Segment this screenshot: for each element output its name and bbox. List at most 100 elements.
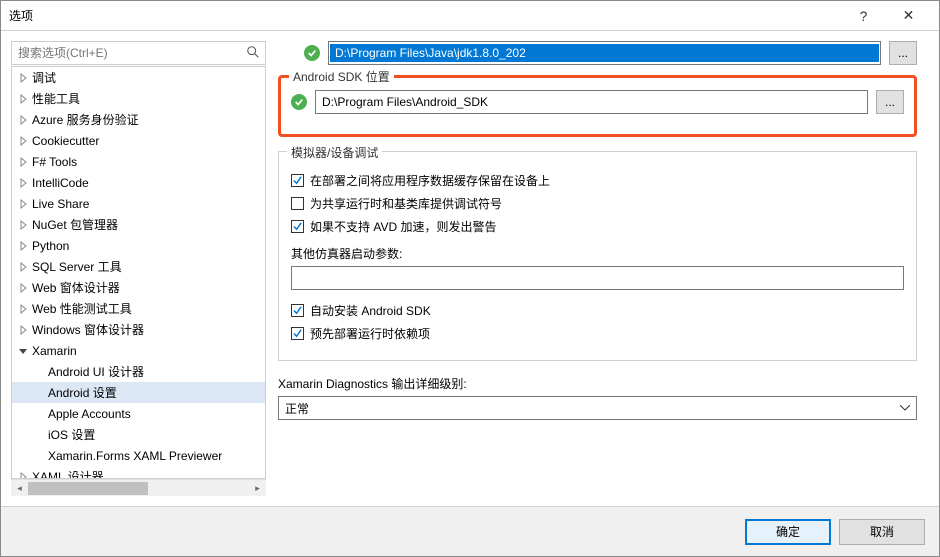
tree-item-label: 性能工具 [32, 90, 80, 107]
checkbox-label: 在部署之间将应用程序数据缓存保留在设备上 [310, 172, 550, 189]
tree-item[interactable]: Xamarin.Forms XAML Previewer [12, 445, 265, 466]
tree-item[interactable]: Xamarin [12, 340, 265, 361]
tree-item[interactable]: Azure 服务身份验证 [12, 109, 265, 130]
checkbox-row[interactable]: 在部署之间将应用程序数据缓存保留在设备上 [291, 172, 904, 189]
cancel-button[interactable]: 取消 [839, 519, 925, 545]
tree-item[interactable]: Web 性能测试工具 [12, 298, 265, 319]
ok-button[interactable]: 确定 [745, 519, 831, 545]
tree-item-label: IntelliCode [32, 176, 89, 190]
tree-item[interactable]: Live Share [12, 193, 265, 214]
debug-group: 模拟器/设备调试 在部署之间将应用程序数据缓存保留在设备上 为共享运行时和基类库… [278, 151, 917, 361]
chevron-right-icon[interactable] [16, 470, 30, 480]
tree-item-label: NuGet 包管理器 [32, 216, 118, 233]
tree-item-label: Android 设置 [48, 384, 117, 401]
tree-arrow-spacer [32, 365, 46, 379]
options-tree[interactable]: 调试性能工具 Azure 服务身份验证 Cookiecutter F# Tools In… [11, 66, 266, 479]
field-label: Xamarin Diagnostics 输出详细级别: [278, 375, 917, 392]
tree-item[interactable]: iOS 设置 [12, 424, 265, 445]
chevron-right-icon[interactable] [16, 134, 30, 148]
jdk-browse-button[interactable]: ... [889, 41, 917, 65]
help-button[interactable]: ? [841, 1, 886, 31]
tree-item[interactable]: 性能工具 [12, 88, 265, 109]
chevron-right-icon[interactable] [16, 71, 30, 85]
tree-item[interactable]: Android UI 设计器 [12, 361, 265, 382]
chevron-right-icon[interactable] [16, 197, 30, 211]
chevron-down-icon [896, 399, 914, 417]
dialog-footer: 确定 取消 [1, 506, 939, 556]
chevron-right-icon[interactable] [16, 92, 30, 106]
tree-item-label: iOS 设置 [48, 426, 95, 443]
tree-item-label: Web 窗体设计器 [32, 279, 120, 296]
emulator-params-input[interactable] [291, 266, 904, 290]
check-circle-icon [304, 45, 320, 61]
tree-arrow-spacer [32, 407, 46, 421]
checkbox-row[interactable]: 自动安装 Android SDK [291, 302, 904, 319]
android-sdk-group: Android SDK 位置 ... [278, 75, 917, 137]
tree-arrow-spacer [32, 428, 46, 442]
sdk-browse-button[interactable]: ... [876, 90, 904, 114]
search-input[interactable] [11, 41, 266, 65]
scroll-right-button[interactable]: ▸ [249, 480, 266, 497]
checkbox-icon[interactable] [291, 197, 304, 210]
close-button[interactable]: ✕ [886, 1, 931, 31]
chevron-right-icon[interactable] [16, 155, 30, 169]
tree-item[interactable]: Windows 窗体设计器 [12, 319, 265, 340]
scroll-left-button[interactable]: ◂ [11, 480, 28, 497]
chevron-right-icon[interactable] [16, 281, 30, 295]
chevron-right-icon[interactable] [16, 239, 30, 253]
button-label: 确定 [776, 523, 800, 540]
tree-item[interactable]: Android 设置 [12, 382, 265, 403]
jdk-row: ... [278, 41, 917, 65]
checkbox-row[interactable]: 如果不支持 AVD 加速，则发出警告 [291, 218, 904, 235]
tree-item-label: F# Tools [32, 155, 77, 169]
button-label: 取消 [870, 523, 894, 540]
scroll-thumb[interactable] [28, 482, 148, 495]
jdk-path-input[interactable] [328, 41, 881, 65]
scroll-track[interactable] [28, 480, 249, 497]
tree-item[interactable]: IntelliCode [12, 172, 265, 193]
tree-item[interactable]: Apple Accounts [12, 403, 265, 424]
tree-item[interactable]: SQL Server 工具 [12, 256, 265, 277]
close-icon: ✕ [903, 7, 915, 24]
group-label: Android SDK 位置 [289, 68, 394, 85]
checkbox-icon[interactable] [291, 220, 304, 233]
tree-item-label: Live Share [32, 197, 89, 211]
tree-item[interactable]: Cookiecutter [12, 130, 265, 151]
field-label: 其他仿真器启动参数: [291, 245, 904, 262]
sdk-path-input[interactable] [315, 90, 868, 114]
chevron-right-icon[interactable] [16, 113, 30, 127]
tree-item-label: Windows 窗体设计器 [32, 321, 144, 338]
dialog-body: 调试性能工具 Azure 服务身份验证 Cookiecutter F# Tools In… [1, 31, 939, 506]
tree-item-label: 调试 [32, 69, 56, 86]
tree-item[interactable]: 调试 [12, 67, 265, 88]
tree-item-label: Cookiecutter [32, 134, 99, 148]
options-dialog: 选项 ? ✕ 调试性能工具 Azure 服务身份验证 Cookiecutter F# … [0, 0, 940, 557]
checkbox-row[interactable]: 为共享运行时和基类库提供调试符号 [291, 195, 904, 212]
checkbox-icon[interactable] [291, 304, 304, 317]
content-panel: ... Android SDK 位置 ... 模拟器/设备调试 在部署之间将应用… [266, 41, 929, 496]
tree-h-scrollbar[interactable]: ◂ ▸ [11, 479, 266, 496]
tree-item-label: SQL Server 工具 [32, 258, 122, 275]
tree-item[interactable]: F# Tools [12, 151, 265, 172]
tree-item-label: Python [32, 239, 69, 253]
tree-item[interactable]: NuGet 包管理器 [12, 214, 265, 235]
chevron-right-icon[interactable] [16, 302, 30, 316]
chevron-right-icon[interactable] [16, 260, 30, 274]
group-label: 模拟器/设备调试 [287, 144, 382, 161]
chevron-right-icon[interactable] [16, 218, 30, 232]
window-title: 选项 [9, 7, 841, 24]
checkbox-label: 如果不支持 AVD 加速，则发出警告 [310, 218, 496, 235]
tree-item[interactable]: XAML 设计器 [12, 466, 265, 479]
tree-arrow-spacer [32, 449, 46, 463]
checkbox-icon[interactable] [291, 327, 304, 340]
checkbox-icon[interactable] [291, 174, 304, 187]
sdk-row: ... [291, 90, 904, 114]
checkbox-row[interactable]: 预先部署运行时依赖项 [291, 325, 904, 342]
checkbox-label: 为共享运行时和基类库提供调试符号 [310, 195, 502, 212]
tree-item[interactable]: Web 窗体设计器 [12, 277, 265, 298]
chevron-down-icon[interactable] [16, 344, 30, 358]
diagnostics-verbosity-dropdown[interactable]: 正常 [278, 396, 917, 420]
chevron-right-icon[interactable] [16, 176, 30, 190]
chevron-right-icon[interactable] [16, 323, 30, 337]
tree-item[interactable]: Python [12, 235, 265, 256]
